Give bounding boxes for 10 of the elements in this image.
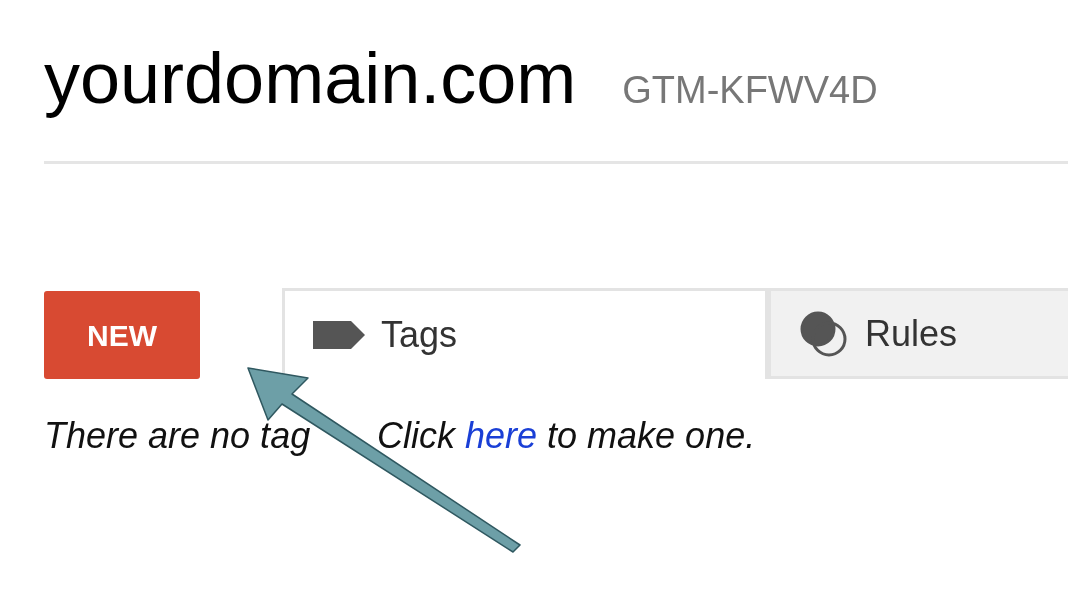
here-link[interactable]: here (465, 415, 538, 456)
tab[interactable]: Rules (768, 288, 1068, 379)
overlapping-circles-icon (799, 309, 849, 358)
site-title: yourdomain.com (44, 38, 577, 118)
new-button[interactable]: NEW (44, 291, 200, 379)
empty-message: Click here to make one. (377, 414, 756, 458)
empty-message-start: There are no tag (44, 414, 312, 458)
tag-icon (313, 321, 365, 349)
container-id: GTM-KFWV4D (622, 68, 878, 113)
tab[interactable]: Tags (282, 288, 768, 379)
